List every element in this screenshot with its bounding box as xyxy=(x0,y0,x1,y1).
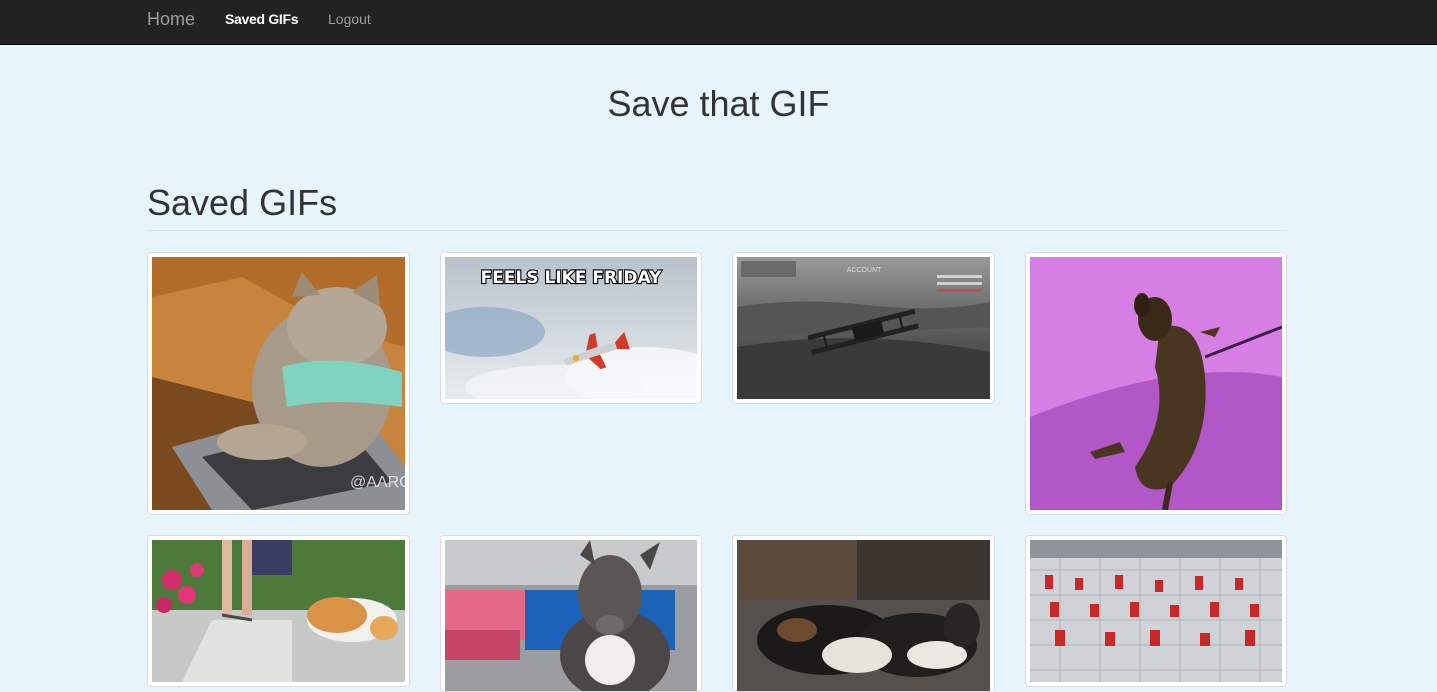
navbar: Home Saved GIFs Logout xyxy=(0,0,1437,45)
nav-home-link[interactable]: Home xyxy=(147,0,195,38)
gif-thumbnail-basset-hounds[interactable] xyxy=(732,535,995,692)
page-title: Save that GIF xyxy=(607,83,830,124)
gif-image-cat: @AARON xyxy=(152,257,405,510)
gif-image-robot-factory xyxy=(1030,540,1282,682)
gif-thumbnail-corgi[interactable] xyxy=(147,535,410,687)
gif-image-basset-hounds xyxy=(737,540,990,691)
gif-image-plane: FEELS LIKE FRIDAY xyxy=(445,257,697,399)
gif-image-biplane: ACCOUNT xyxy=(737,257,990,399)
gif-thumbnail-dachshund[interactable] xyxy=(1025,252,1287,515)
gif-thumbnail-biplane[interactable]: ACCOUNT xyxy=(732,252,995,404)
section-divider xyxy=(147,230,1287,231)
gif-thumbnail-pitbull[interactable] xyxy=(440,535,702,692)
gif-watermark: @AARON xyxy=(350,474,405,491)
gif-image-dachshund xyxy=(1030,257,1282,510)
gif-caption: FEELS LIKE FRIDAY xyxy=(481,268,662,288)
gif-image-pitbull xyxy=(445,540,697,691)
nav-logout-link[interactable]: Logout xyxy=(328,0,371,38)
gif-thumbnail-robot-factory[interactable] xyxy=(1025,535,1287,687)
section-title: Saved GIFs xyxy=(147,182,338,223)
nav-saved-gifs-link[interactable]: Saved GIFs xyxy=(225,0,299,38)
gif-image-corgi xyxy=(152,540,405,682)
gif-thumbnail-cat[interactable]: @AARON xyxy=(147,252,410,515)
gif-hud-text: ACCOUNT xyxy=(847,267,882,274)
gif-thumbnail-plane[interactable]: FEELS LIKE FRIDAY xyxy=(440,252,702,404)
